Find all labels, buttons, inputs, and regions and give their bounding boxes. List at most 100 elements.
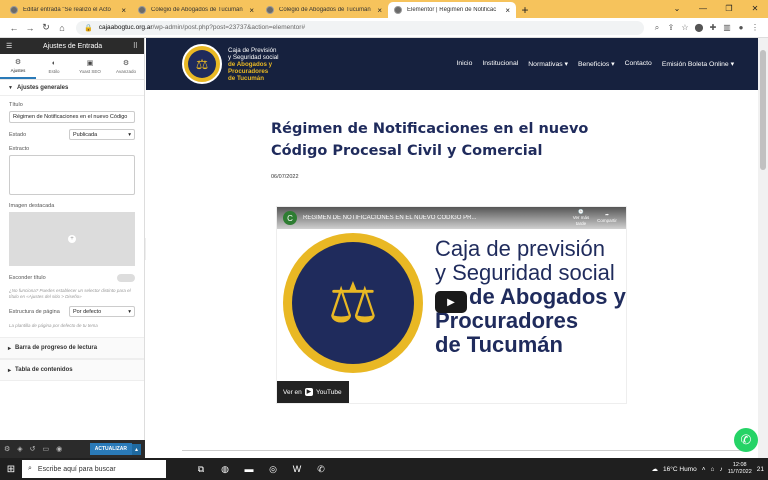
wordpress-favicon-icon (394, 6, 402, 14)
share-icon[interactable]: ➦ Compartir (594, 212, 620, 224)
update-button[interactable]: ACTUALIZAR (89, 443, 132, 455)
section-toc-toggle[interactable]: ▸ Tabla de contenidos (0, 359, 144, 381)
menu-item-contacto[interactable]: Contacto (625, 60, 652, 68)
whatsapp-app-icon[interactable]: ✆ (312, 460, 330, 478)
bookmark-star-icon[interactable]: ☆ (678, 23, 692, 32)
edge-browser-icon[interactable]: ◍ (216, 460, 234, 478)
menu-item-inicio[interactable]: Inicio (456, 60, 472, 68)
zoom-icon[interactable]: ⌕ (650, 23, 664, 33)
title-input[interactable]: Régimen de Notificaciones en el nuevo Có… (9, 111, 135, 123)
close-tab-icon[interactable]: × (249, 6, 254, 15)
tab-title: Elementor | Régimen de Notificac (407, 7, 497, 13)
site-logo[interactable]: ⚖ (182, 44, 222, 84)
close-tab-icon[interactable]: × (377, 6, 382, 15)
preview-eye-icon[interactable]: ◉ (56, 445, 62, 453)
status-row: Estado Publicada ▾ (9, 129, 135, 140)
reload-icon[interactable]: ↻ (38, 22, 54, 33)
section-general-toggle[interactable]: ▼ Ajustes generales (0, 80, 144, 96)
file-explorer-icon[interactable]: ▬ (240, 460, 258, 478)
logo-line: Procuradores (228, 67, 269, 75)
hide-title-toggle[interactable] (117, 274, 135, 282)
close-tab-icon[interactable]: × (121, 6, 126, 15)
browser-tab-3[interactable]: Colegio de Abogados de Tucumán × (260, 2, 388, 18)
navigator-icon[interactable]: ◈ (17, 445, 22, 453)
youtube-label: YouTube (316, 388, 342, 396)
network-icon[interactable]: ⌂ (711, 466, 715, 473)
volume-icon[interactable]: ♪ (719, 466, 722, 473)
history-icon[interactable]: ↺ (30, 445, 36, 453)
tray-chevron-icon[interactable]: ˄ (702, 466, 706, 473)
new-tab-button[interactable]: + (516, 2, 534, 18)
browser-tab-4-active[interactable]: Elementor | Régimen de Notificac × (388, 2, 516, 18)
forward-arrow-icon[interactable]: → (22, 23, 38, 33)
window-controls: ⌄ — ❐ ✕ (664, 0, 768, 18)
word-app-icon[interactable]: W (288, 460, 306, 478)
page-layout-label: Estructura de página (9, 308, 60, 315)
sidebar-icon[interactable]: ▥ (720, 23, 734, 32)
status-select[interactable]: Publicada ▾ (69, 129, 135, 140)
play-button-icon[interactable]: ▶ (435, 291, 467, 313)
featured-image-placeholder[interactable]: + (9, 212, 135, 266)
menu-item-normativas[interactable]: Normativas ▾ (528, 60, 568, 68)
chrome-browser-icon[interactable]: ◎ (264, 460, 282, 478)
weather-icon[interactable]: ☁ (652, 465, 659, 473)
gear-icon: ⚙ (122, 60, 130, 67)
tab-estilo[interactable]: ◐ Estilo (36, 54, 72, 79)
profile-avatar-icon[interactable]: ● (734, 23, 748, 32)
logo-line: de Tucumán (228, 74, 264, 82)
whatsapp-chat-icon[interactable]: ✆ (734, 428, 758, 452)
widgets-grid-icon[interactable]: ⠿ (133, 42, 138, 50)
responsive-icon[interactable]: ▭ (43, 445, 50, 453)
status-label: Estado (9, 131, 27, 138)
clock[interactable]: 12:08 11/7/2022 (728, 462, 752, 476)
weather-text[interactable]: 16°C Humo (663, 466, 697, 473)
tab-yoast[interactable]: ▣ Yoast SEO (72, 54, 108, 79)
extension-icon[interactable]: ⬤ (692, 23, 706, 32)
menu-item-emision-boleta[interactable]: Emisión Boleta Online ▾ (662, 60, 734, 68)
excerpt-textarea[interactable] (9, 155, 135, 195)
tab-ajustes[interactable]: ⚙ Ajustes (0, 54, 36, 79)
tab-title: Colegio de Abogados de Tucumán (151, 7, 243, 13)
share-icon[interactable]: ⇪ (664, 23, 678, 32)
browser-tab-2[interactable]: Colegio de Abogados de Tucumán × (132, 2, 260, 18)
panel-header: ☰ Ajustes de Entrada ⠿ (0, 38, 144, 54)
scrollbar-thumb[interactable] (760, 50, 766, 170)
back-arrow-icon[interactable]: ← (6, 23, 22, 33)
browser-tab-1[interactable]: Editar entrada "Se realizó el Acto × (4, 2, 132, 18)
watch-on-youtube-link[interactable]: Ver en ▶ YouTube (277, 381, 349, 403)
watch-later-icon[interactable]: 🕓 Ver más tarde (568, 209, 594, 227)
section-progress-toggle[interactable]: ▸ Barra de progreso de lectura (0, 337, 144, 359)
page-layout-note: La plantilla de página por defecto de tu… (9, 323, 98, 328)
address-bar-row: ← → ↻ ⌂ 🔒 cajaabogtuc.org.ar/wp-admin/po… (0, 18, 768, 38)
settings-icon[interactable]: ⚙ (4, 445, 10, 453)
search-placeholder: Escribe aquí para buscar (37, 465, 116, 473)
task-view-icon[interactable]: ⧉ (192, 460, 210, 478)
windows-start-icon[interactable]: ⊞ (0, 464, 22, 475)
page-scrollbar[interactable] (758, 38, 768, 458)
puzzle-extensions-icon[interactable]: ✚ (706, 23, 720, 32)
tab-avanzado[interactable]: ⚙ Avanzado (108, 54, 144, 79)
section-title: Ajustes generales (16, 84, 69, 91)
menu-item-institucional[interactable]: Institucional (482, 60, 518, 68)
close-tab-icon[interactable]: × (505, 6, 510, 15)
hamburger-menu-icon[interactable]: ☰ (6, 42, 12, 50)
video-title[interactable]: REGIMEN DE NOTIFICACIONES EN EL NUEVO CO… (303, 215, 568, 221)
url-field[interactable]: 🔒 cajaabogtuc.org.ar/wp-admin/post.php?p… (76, 20, 644, 35)
caret-down-icon: ▼ (8, 84, 13, 91)
logo-line: y Seguridad social (228, 53, 279, 61)
menu-kebab-icon[interactable]: ⋮ (748, 23, 762, 32)
channel-avatar[interactable]: C (283, 211, 297, 225)
tab-search-icon[interactable]: ⌄ (664, 0, 690, 18)
notifications-badge[interactable]: 21 (757, 466, 764, 473)
thumb-line: y Seguridad social (435, 260, 615, 285)
taskbar-search[interactable]: ⌕ Escribe aquí para buscar (22, 460, 166, 478)
home-icon[interactable]: ⌂ (54, 23, 70, 33)
youtube-embed[interactable]: C REGIMEN DE NOTIFICACIONES EN EL NUEVO … (276, 206, 627, 404)
page-layout-select[interactable]: Por defecto ▾ (69, 306, 135, 317)
close-window-button[interactable]: ✕ (742, 0, 768, 18)
plus-icon: + (68, 235, 76, 243)
menu-item-beneficios[interactable]: Beneficios ▾ (578, 60, 615, 68)
maximize-button[interactable]: ❐ (716, 0, 742, 18)
minimize-button[interactable]: — (690, 0, 716, 18)
update-options-icon[interactable]: ▴ (131, 443, 141, 455)
